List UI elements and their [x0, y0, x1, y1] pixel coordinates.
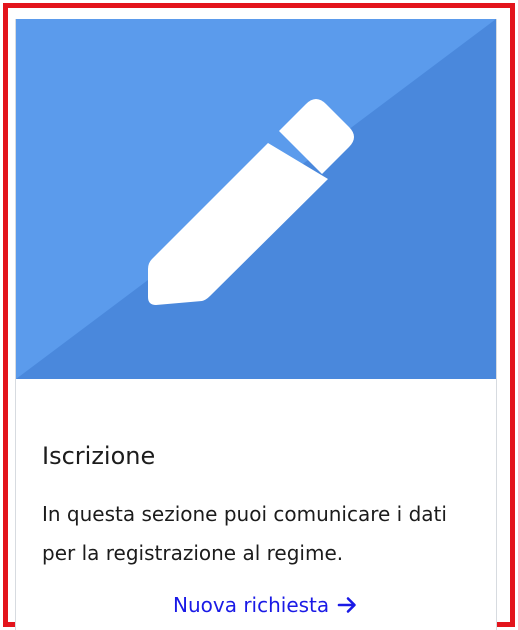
card-title: Iscrizione: [42, 442, 156, 470]
card-hero-image: [16, 19, 496, 379]
new-request-label: Nuova richiesta: [173, 593, 330, 617]
card-description: In questa sezione puoi comunicare i dati…: [42, 502, 447, 565]
card-body: Iscrizione In questa sezione puoi comuni…: [16, 379, 496, 630]
service-card: Iscrizione In questa sezione puoi comuni…: [15, 19, 497, 630]
arrow-right-icon: [337, 597, 356, 613]
new-request-link[interactable]: Nuova richiesta: [173, 593, 357, 617]
